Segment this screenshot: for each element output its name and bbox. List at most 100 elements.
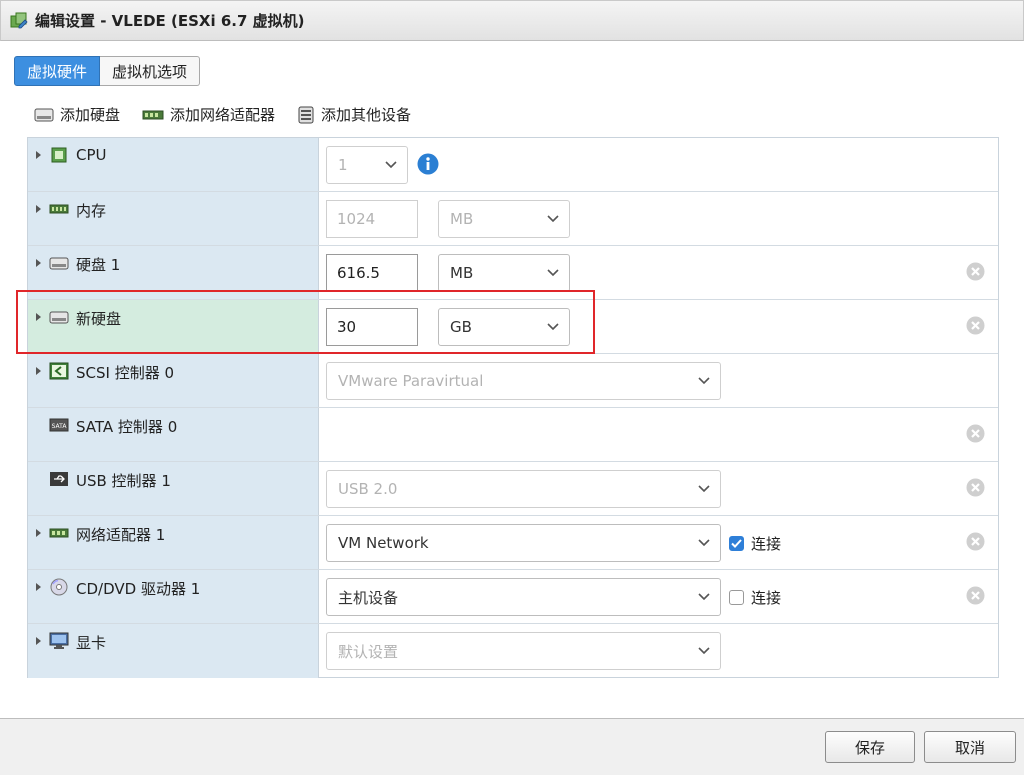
device-value-cell <box>319 408 998 461</box>
expand-arrow-icon[interactable] <box>36 313 41 321</box>
memory-size-input[interactable]: 1024 <box>326 200 418 238</box>
cd-dvd-connect-toggle[interactable]: 连接 <box>729 587 781 608</box>
device-row-cpu: CPU 1 <box>28 138 998 192</box>
nic-connect-toggle[interactable]: 连接 <box>729 533 781 554</box>
device-label: CPU <box>76 146 107 164</box>
hard-disk-icon <box>49 257 69 270</box>
device-value-cell: 默认设置 <box>319 624 998 678</box>
add-disk-button[interactable]: 添加硬盘 <box>34 104 120 125</box>
cd-dvd-media-select[interactable]: 主机设备 <box>326 578 721 616</box>
add-other-label: 添加其他设备 <box>321 106 412 124</box>
device-row-scsi: SCSI 控制器 0 VMware Paravirtual <box>28 354 998 408</box>
chevron-down-icon <box>698 593 710 601</box>
expand-arrow-icon[interactable] <box>36 583 41 591</box>
remove-device-icon[interactable] <box>966 586 985 605</box>
monitor-icon <box>49 632 69 649</box>
cd-dvd-icon <box>50 578 68 596</box>
connect-label: 连接 <box>751 535 782 553</box>
network-adapter-icon <box>142 110 164 119</box>
device-label-cell: 网络适配器 1 <box>28 516 319 569</box>
expand-arrow-icon[interactable] <box>36 529 41 537</box>
cancel-button[interactable]: 取消 <box>924 731 1016 763</box>
svg-text:SATA: SATA <box>52 423 68 430</box>
device-label-cell: CPU <box>28 138 319 191</box>
cpu-count-value: 1 <box>338 156 348 174</box>
device-value-cell: 30 GB <box>319 300 998 353</box>
usb-version-value: USB 2.0 <box>338 480 398 498</box>
chevron-down-icon <box>698 647 710 655</box>
video-settings-select[interactable]: 默认设置 <box>326 632 721 670</box>
device-label: 内存 <box>76 202 107 220</box>
device-row-usb: USB 控制器 1 USB 2.0 <box>28 462 998 516</box>
cpu-count-select[interactable]: 1 <box>326 146 408 184</box>
expand-arrow-icon[interactable] <box>36 151 41 159</box>
device-label-cell: CD/DVD 驱动器 1 <box>28 570 319 623</box>
device-label-cell: 新硬盘 <box>28 300 319 353</box>
add-other-device-button[interactable]: 添加其他设备 <box>297 104 411 125</box>
scsi-controller-icon <box>49 362 69 380</box>
device-value-cell: VM Network 连接 <box>319 516 998 569</box>
device-row-video-card: 显卡 默认设置 <box>28 624 998 678</box>
expand-arrow-icon[interactable] <box>36 637 41 645</box>
window-titlebar: 编辑设置 - VLEDE (ESXi 6.7 虚拟机) <box>0 0 1024 41</box>
dialog-footer: 保存 取消 <box>0 718 1024 775</box>
expand-arrow-icon[interactable] <box>36 205 41 213</box>
virtual-hardware-table: CPU 1 内存 1024 MB 硬盘 1 616.5 MB 新硬盘 30 GB… <box>27 137 999 678</box>
remove-device-icon[interactable] <box>966 262 985 281</box>
remove-device-icon[interactable] <box>966 316 985 335</box>
device-value-cell: 主机设备 连接 <box>319 570 998 623</box>
add-nic-button[interactable]: 添加网络适配器 <box>142 104 275 125</box>
device-label-cell: SCSI 控制器 0 <box>28 354 319 407</box>
device-value-cell: 1024 MB <box>319 192 998 245</box>
device-value-cell: 616.5 MB <box>319 246 998 299</box>
disk1-unit-select[interactable]: MB <box>438 254 570 292</box>
scsi-type-select[interactable]: VMware Paravirtual <box>326 362 721 400</box>
chevron-down-icon <box>698 539 710 547</box>
tab-virtual-hardware[interactable]: 虚拟硬件 <box>14 56 101 86</box>
device-label-cell: 内存 <box>28 192 319 245</box>
device-label: USB 控制器 1 <box>76 472 171 490</box>
add-disk-label: 添加硬盘 <box>60 106 121 124</box>
other-device-icon <box>298 106 314 123</box>
memory-unit-select[interactable]: MB <box>438 200 570 238</box>
device-label-cell: USB 控制器 1 <box>28 462 319 515</box>
device-label: 新硬盘 <box>76 310 122 328</box>
video-settings-value: 默认设置 <box>338 642 399 661</box>
tab-vm-options[interactable]: 虚拟机选项 <box>100 56 201 86</box>
connect-label: 连接 <box>751 589 782 607</box>
hard-disk-icon <box>34 108 54 121</box>
scsi-type-value: VMware Paravirtual <box>338 372 484 390</box>
connect-checkbox[interactable] <box>729 536 744 551</box>
expand-arrow-icon[interactable] <box>36 367 41 375</box>
device-label: CD/DVD 驱动器 1 <box>76 580 201 598</box>
device-row-network-adapter: 网络适配器 1 VM Network 连接 <box>28 516 998 570</box>
device-row-disk-1: 硬盘 1 616.5 MB <box>28 246 998 300</box>
usb-icon <box>50 472 68 486</box>
chevron-down-icon <box>547 215 559 223</box>
new-disk-unit-select[interactable]: GB <box>438 308 570 346</box>
chevron-down-icon <box>698 485 710 493</box>
connect-checkbox[interactable] <box>729 590 744 605</box>
remove-device-icon[interactable] <box>966 478 985 497</box>
tab-bar: 虚拟硬件 虚拟机选项 <box>14 56 201 86</box>
device-label: 网络适配器 1 <box>76 526 166 544</box>
device-label-cell: 显卡 <box>28 624 319 678</box>
network-select[interactable]: VM Network <box>326 524 721 562</box>
hardware-toolbar: 添加硬盘 添加网络适配器 添加其他设备 <box>34 104 433 125</box>
remove-device-icon[interactable] <box>966 424 985 443</box>
disk1-size-input[interactable]: 616.5 <box>326 254 418 292</box>
chevron-down-icon <box>385 161 397 169</box>
new-disk-size-input[interactable]: 30 <box>326 308 418 346</box>
chevron-down-icon <box>547 323 559 331</box>
new-disk-unit-value: GB <box>450 318 472 336</box>
device-row-cd-dvd: CD/DVD 驱动器 1 主机设备 连接 <box>28 570 998 624</box>
chevron-down-icon <box>547 269 559 277</box>
device-label: 硬盘 1 <box>76 256 121 274</box>
vm-edit-icon <box>10 12 28 28</box>
usb-version-select[interactable]: USB 2.0 <box>326 470 721 508</box>
info-icon[interactable] <box>417 153 439 175</box>
device-row-memory: 内存 1024 MB <box>28 192 998 246</box>
save-button[interactable]: 保存 <box>825 731 915 763</box>
remove-device-icon[interactable] <box>966 532 985 551</box>
expand-arrow-icon[interactable] <box>36 259 41 267</box>
